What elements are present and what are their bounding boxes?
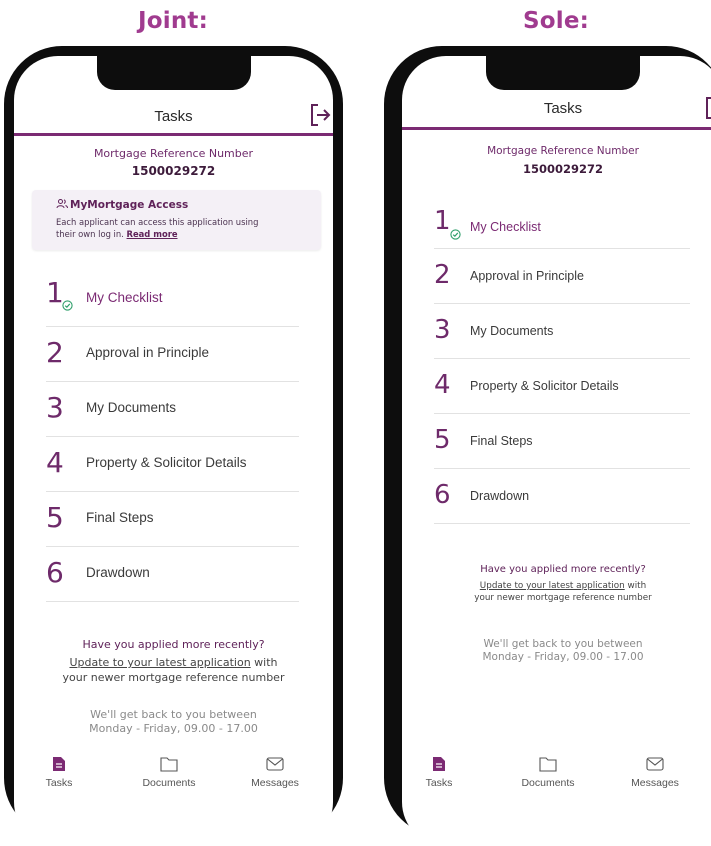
task-number: 6 <box>434 480 451 510</box>
tab-messages[interactable]: Messages <box>624 756 686 789</box>
document-filled-icon <box>53 757 65 771</box>
reference-label: Mortgage Reference Number <box>487 145 639 157</box>
update-rest-text: your newer mortgage reference number <box>62 671 285 684</box>
update-application-link[interactable]: Update to your latest application <box>480 581 625 591</box>
tab-documents[interactable]: Documents <box>513 756 583 789</box>
tab-label: Messages <box>251 777 299 789</box>
joint-screen: Tasks Mortgage Reference Number 15000292… <box>14 56 333 846</box>
task-label: Drawdown <box>86 565 150 580</box>
update-rest-text: your newer mortgage reference number <box>474 593 652 603</box>
tab-documents[interactable]: Documents <box>134 756 204 789</box>
mail-icon <box>646 757 664 771</box>
task-number: 6 <box>46 556 64 589</box>
update-application-text: Update to your latest application with y… <box>14 655 333 685</box>
task-row-final-steps[interactable]: 5 Final Steps <box>434 413 690 469</box>
logout-icon[interactable] <box>704 96 711 120</box>
task-row-final-steps[interactable]: 5 Final Steps <box>46 491 299 547</box>
task-label: Drawdown <box>470 489 530 503</box>
phone-notch <box>96 56 251 90</box>
check-circle-icon <box>62 300 73 311</box>
task-label: Final Steps <box>470 434 533 448</box>
task-row-my-checklist[interactable]: 1 My Checklist <box>46 272 299 327</box>
applied-recently-question: Have you applied more recently? <box>480 564 646 575</box>
task-number: 1 <box>434 206 451 236</box>
task-row-drawdown[interactable]: 6 Drawdown <box>46 546 299 602</box>
tab-label: Documents <box>142 777 196 789</box>
task-row-my-documents[interactable]: 3 My Documents <box>46 381 299 437</box>
task-number: 5 <box>434 425 451 455</box>
bottom-tab-bar: Tasks Documents Messages <box>14 756 333 816</box>
task-number: 2 <box>46 336 64 369</box>
hours-line-2: Monday - Friday, 09.00 - 17.00 <box>89 722 258 735</box>
task-number: 5 <box>46 501 64 534</box>
task-row-property-solicitor[interactable]: 4 Property & Solicitor Details <box>434 358 690 414</box>
reference-label: Mortgage Reference Number <box>93 147 254 160</box>
mymortgage-access-card: MyMortgage Access Each applicant can acc… <box>32 190 321 250</box>
update-application-link[interactable]: Update to your latest application <box>69 656 250 669</box>
hours-line-1: We'll get back to you between <box>483 638 643 650</box>
check-circle-icon <box>450 229 461 240</box>
access-title: MyMortgage Access <box>70 199 189 211</box>
task-number: 3 <box>46 391 64 424</box>
header-title: Tasks <box>154 108 193 125</box>
task-number: 3 <box>434 315 451 345</box>
task-row-property-solicitor[interactable]: 4 Property & Solicitor Details <box>46 436 299 492</box>
phone-notch <box>486 56 640 90</box>
task-row-approval-in-principle[interactable]: 2 Approval in Principle <box>434 248 690 304</box>
task-number: 4 <box>46 446 64 479</box>
task-label: My Checklist <box>86 290 163 305</box>
joint-phone-frame: Tasks Mortgage Reference Number 15000292… <box>4 46 343 846</box>
office-hours: We'll get back to you between Monday - F… <box>402 638 711 664</box>
folder-icon <box>160 757 178 772</box>
task-label: My Documents <box>86 400 177 415</box>
applied-recently-question: Have you applied more recently? <box>82 638 265 651</box>
tab-tasks[interactable]: Tasks <box>418 756 460 789</box>
hours-line-2: Monday - Friday, 09.00 - 17.00 <box>482 651 644 663</box>
bottom-tab-bar: Tasks Documents Messages <box>402 756 711 816</box>
reference-number: 1500029272 <box>522 162 604 176</box>
task-row-my-checklist[interactable]: 1 My Checklist <box>434 202 690 249</box>
header-title: Tasks <box>543 100 583 117</box>
update-with-text: with <box>624 581 647 591</box>
tab-label: Messages <box>631 777 679 789</box>
tab-tasks[interactable]: Tasks <box>38 756 80 789</box>
task-label: Approval in Principle <box>86 345 210 360</box>
task-row-approval-in-principle[interactable]: 2 Approval in Principle <box>46 326 299 382</box>
task-label: Final Steps <box>86 510 154 525</box>
tab-label: Tasks <box>425 777 453 789</box>
task-number: 2 <box>434 260 451 290</box>
task-row-my-documents[interactable]: 3 My Documents <box>434 303 690 359</box>
task-label: Property & Solicitor Details <box>470 379 619 393</box>
joint-heading: Joint: <box>138 8 209 34</box>
document-filled-icon <box>433 757 445 771</box>
task-number: 4 <box>434 370 451 400</box>
update-with-text: with <box>250 656 278 669</box>
reference-number: 1500029272 <box>131 164 216 178</box>
update-application-text: Update to your latest application with y… <box>402 580 711 604</box>
mail-icon <box>266 757 284 771</box>
tab-messages[interactable]: Messages <box>244 756 306 789</box>
task-label: Property & Solicitor Details <box>86 455 247 470</box>
hours-line-1: We'll get back to you between <box>90 708 257 721</box>
logout-icon[interactable] <box>309 103 331 127</box>
task-row-drawdown[interactable]: 6 Drawdown <box>434 468 690 524</box>
tab-label: Documents <box>521 777 575 789</box>
sole-phone-frame: Tasks Mortgage Reference Number 15000292… <box>384 46 711 846</box>
tab-label: Tasks <box>45 777 73 789</box>
task-label: My Documents <box>470 324 554 338</box>
access-description: Each applicant can access this applicati… <box>56 216 276 240</box>
task-label: My Checklist <box>470 220 541 234</box>
users-icon <box>56 199 68 209</box>
sole-screen: Tasks Mortgage Reference Number 15000292… <box>402 56 711 846</box>
office-hours: We'll get back to you between Monday - F… <box>14 708 333 736</box>
folder-icon <box>539 757 557 772</box>
read-more-link[interactable]: Read more <box>127 229 178 239</box>
sole-heading: Sole: <box>523 8 590 34</box>
task-label: Approval in Principle <box>470 269 584 283</box>
